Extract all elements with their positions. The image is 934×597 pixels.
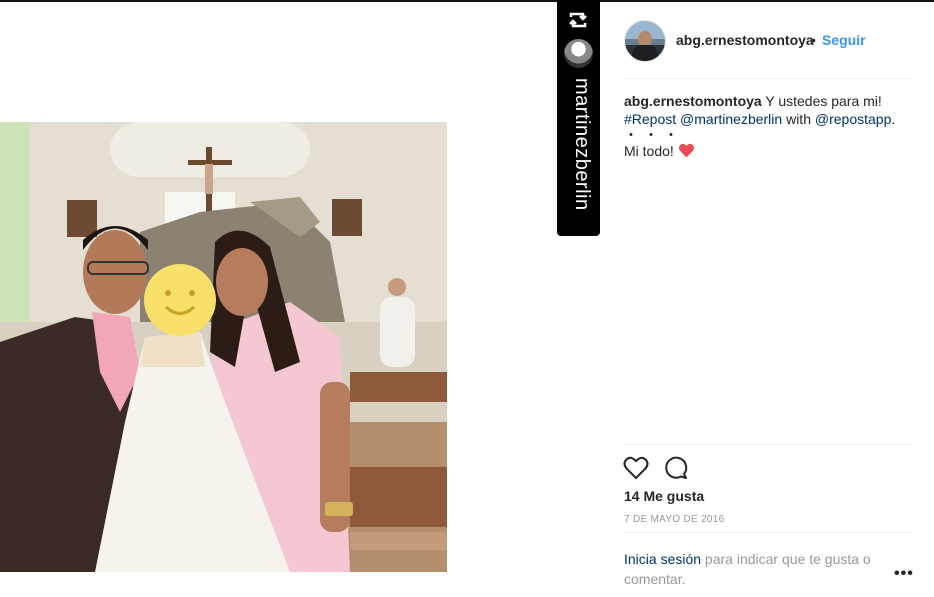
caption-with: with xyxy=(782,111,815,127)
login-prompt: Inicia sesión para indicar que te gusta … xyxy=(624,549,884,589)
caption-text: Y ustedes para mi! xyxy=(761,93,882,109)
post-photo[interactable] xyxy=(0,122,447,572)
top-border xyxy=(0,0,934,2)
red-heart-emoji-icon xyxy=(678,143,694,158)
heart-icon[interactable] xyxy=(623,455,649,481)
caption-line-2: #Repost @martinezberlin with @repostapp. xyxy=(624,110,914,128)
follow-button[interactable]: Seguir xyxy=(822,32,866,48)
separator-dot: • xyxy=(811,32,816,48)
caption-author[interactable]: abg.ernestomontoya xyxy=(624,93,762,109)
avatar-body xyxy=(632,45,658,61)
likes-count[interactable]: 14 Me gusta xyxy=(624,488,704,504)
footer-divider xyxy=(624,532,911,533)
caption-period: . xyxy=(891,111,896,127)
repost-avatar xyxy=(564,39,593,68)
hashtag-link[interactable]: #Repost xyxy=(624,111,676,127)
repost-icon xyxy=(569,12,587,28)
user-avatar[interactable] xyxy=(624,20,666,62)
actions-divider xyxy=(624,444,911,445)
header-divider xyxy=(624,78,911,79)
caption-line-3-text: Mi todo! xyxy=(624,143,678,159)
more-options-icon[interactable]: ••• xyxy=(894,565,914,583)
post-caption: abg.ernestomontoya Y ustedes para mi! #R… xyxy=(624,92,914,160)
mention-link-2[interactable]: @repostapp xyxy=(815,111,891,127)
repost-username: martinezberlin xyxy=(571,78,593,211)
mention-link[interactable]: @martinezberlin xyxy=(680,111,782,127)
comment-icon[interactable] xyxy=(663,455,689,481)
caption-dots: ・・・ xyxy=(624,127,684,143)
repost-badge: martinezberlin xyxy=(557,0,600,236)
photo-illustration xyxy=(0,122,447,572)
login-link[interactable]: Inicia sesión xyxy=(624,551,701,567)
post-date: 7 DE MAYO DE 2016 xyxy=(624,514,725,525)
post-username[interactable]: abg.ernestomontoya xyxy=(676,32,814,48)
caption-line-3: Mi todo! xyxy=(624,142,914,160)
caption-line-1: abg.ernestomontoya Y ustedes para mi! xyxy=(624,92,914,110)
